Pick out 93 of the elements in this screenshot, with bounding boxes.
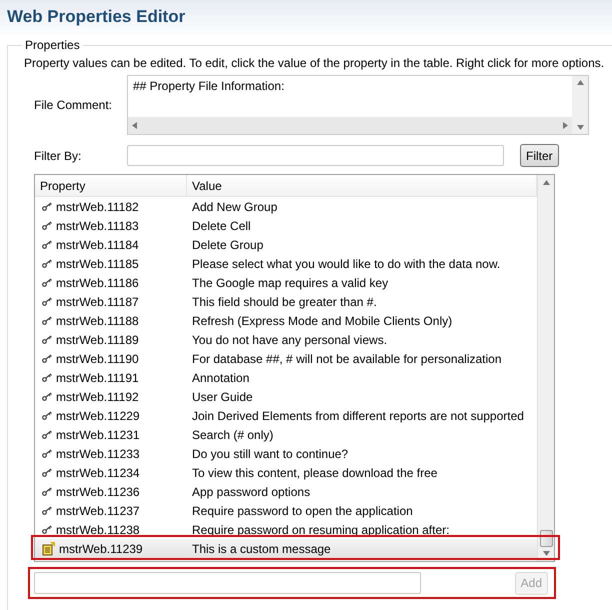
key-icon	[42, 259, 52, 268]
property-name: mstrWeb.11189	[56, 332, 139, 346]
table-cell-text: The Google map requires a valid key	[191, 276, 390, 290]
table-row[interactable]: mstrWeb.11191 Annotation	[35, 368, 537, 387]
property-name: mstrWeb.11190	[56, 352, 139, 366]
table-row[interactable]: mstrWeb.11192 User Guide	[35, 387, 537, 406]
table-cell-text: Do you still want to continue?	[191, 446, 350, 460]
table-cell-text: App password options	[191, 484, 312, 498]
document-icon	[42, 542, 55, 556]
property-name: mstrWeb.11236	[56, 484, 140, 498]
property-name: mstrWeb.11238	[56, 522, 140, 536]
key-icon	[42, 449, 52, 458]
comment-field[interactable]: ## Property File Information:	[127, 75, 589, 135]
field-label: Filter By:	[33, 148, 82, 162]
property-name: mstrWeb.11192	[56, 390, 139, 404]
table-cell-text: Please select what you would like to do with the data now.	[191, 256, 502, 270]
table-cell-text: This is a custom message	[191, 542, 332, 556]
table-row[interactable]: mstrWeb.11186 The Google map requires a valid key	[35, 273, 537, 292]
table-cell-text: Require password on resuming application after:	[191, 522, 450, 536]
table-cell-text: Add New Group	[191, 200, 278, 214]
scroll-down-icon[interactable]	[576, 125, 584, 130]
filter-field[interactable]	[127, 145, 504, 166]
property-name: mstrWeb.11191	[56, 370, 139, 384]
table-row[interactable]: mstrWeb.11182 Add New Group	[35, 197, 537, 216]
table-cell-text: Delete Group	[191, 238, 264, 252]
property-name: mstrWeb.11231	[56, 428, 140, 442]
property-name: mstrWeb.11229	[56, 408, 140, 422]
property-name: mstrWeb.11185	[56, 256, 139, 270]
scroll-up-icon[interactable]	[576, 80, 584, 85]
property-name: mstrWeb.11182	[56, 200, 139, 214]
table-cell-text: For database ##, # will not be available for personalization	[191, 352, 503, 366]
table-row[interactable]: mstrWeb.11184 Delete Group	[35, 235, 537, 254]
table-cell-text: You do not have any personal views.	[191, 332, 388, 346]
property-name: mstrWeb.11239	[59, 542, 143, 556]
filter-button[interactable]: Filter	[520, 144, 559, 167]
table-cell-text: Delete Cell	[191, 218, 252, 232]
table-cell-text: Require password to open the application	[191, 504, 414, 518]
table-row[interactable]: mstrWeb.11231 Search (# only)	[35, 425, 537, 444]
table-row[interactable]: mstrWeb.11236 App password options	[35, 482, 537, 501]
column-header[interactable]: Property	[35, 175, 187, 196]
key-icon	[42, 392, 52, 401]
table-row[interactable]: mstrWeb.11189 You do not have any personal views.	[35, 330, 537, 349]
table-row[interactable]: mstrWeb.11183 Delete Cell	[35, 216, 537, 235]
key-icon	[42, 297, 52, 306]
key-icon	[42, 468, 52, 477]
scroll-up-icon[interactable]	[542, 180, 550, 185]
scrollbar[interactable]	[537, 175, 554, 561]
table-row[interactable]: mstrWeb.11188 Refresh (Express Mode and Mobile Clients Only)	[35, 311, 537, 330]
table-cell-text: To view this content, please download the free	[191, 466, 438, 480]
scroll-left-icon[interactable]	[132, 122, 137, 129]
scroll-right-icon[interactable]	[563, 122, 568, 129]
table-cell-text: Refresh (Express Mode and Mobile Clients Only)	[191, 314, 454, 328]
property-name: mstrWeb.11187	[56, 294, 139, 308]
table-row[interactable]: mstrWeb.11190 For database ##, # will not be available for personalization	[35, 349, 537, 368]
property-name: mstrWeb.11188	[56, 314, 139, 328]
property-name: mstrWeb.11186	[56, 276, 139, 290]
table-row[interactable]: mstrWeb.11234 To view this content, please download the free	[35, 463, 537, 482]
table-row[interactable]: mstrWeb.11239 This is a custom message	[35, 539, 537, 558]
table-cell-text: Search (# only)	[191, 428, 274, 442]
window-title: Web Properties Editor	[7, 7, 186, 27]
key-icon	[42, 373, 52, 382]
new-property-field[interactable]	[34, 572, 421, 594]
property-name: mstrWeb.11237	[56, 504, 140, 518]
property-name: mstrWeb.11184	[56, 238, 139, 252]
key-icon	[42, 221, 52, 230]
table-row[interactable]: mstrWeb.11237 Require password to open the application	[35, 501, 537, 520]
key-icon	[42, 335, 52, 344]
table-cell-text: Join Derived Elements from different reports are not supported	[191, 408, 525, 422]
table-row[interactable]: mstrWeb.11187 This field should be greater than #.	[35, 292, 537, 311]
table-row[interactable]: mstrWeb.11229 Join Derived Elements from different reports are not supported	[35, 406, 537, 425]
property-name: mstrWeb.11183	[56, 218, 139, 232]
key-icon	[42, 506, 52, 515]
key-icon	[42, 525, 52, 534]
key-icon	[42, 430, 52, 439]
table-row[interactable]: mstrWeb.11238 Require password on resuming application after:	[35, 520, 537, 539]
key-icon	[42, 202, 52, 211]
key-icon	[42, 354, 52, 363]
key-icon	[42, 487, 52, 496]
table-cell-text: This field should be greater than #.	[191, 294, 378, 308]
group-legend: Properties	[22, 38, 83, 52]
field-label: File Comment:	[33, 98, 114, 112]
table-cell-text: Annotation	[191, 370, 250, 384]
table-row[interactable]: mstrWeb.11185 Please select what you would like to do with the data now.	[35, 254, 537, 273]
key-icon	[42, 278, 52, 287]
property-name: mstrWeb.11233	[56, 446, 140, 460]
table-row[interactable]: mstrWeb.11233 Do you still want to continue?	[35, 444, 537, 463]
description-text: Property values can be edited. To edit, click the value of the property in the table. Right click for more options.	[24, 56, 604, 70]
scroll-down-icon[interactable]	[542, 551, 550, 556]
property-name: mstrWeb.11234	[56, 466, 140, 480]
key-icon	[42, 411, 52, 420]
key-icon	[42, 240, 52, 249]
key-icon	[42, 316, 52, 325]
table-cell-text: User Guide	[191, 390, 254, 404]
